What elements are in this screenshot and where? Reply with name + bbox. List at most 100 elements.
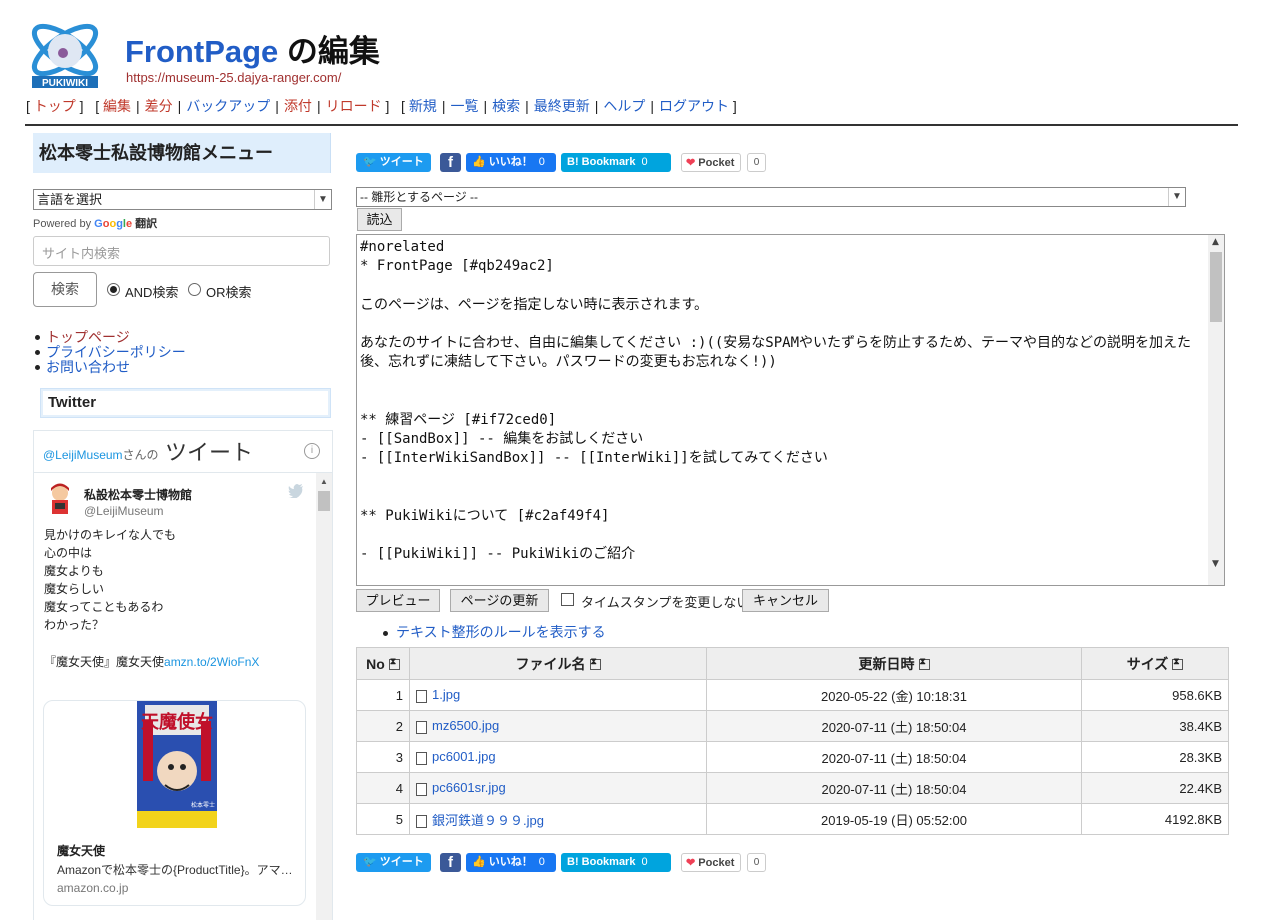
- file-link[interactable]: pc6601sr.jpg: [432, 780, 506, 795]
- nav-help[interactable]: ヘルプ: [603, 98, 645, 114]
- tweet-link-card[interactable]: 天魔使女 松本零士 魔女天使 Amazonで松本零士の{ProductTitle…: [43, 700, 306, 906]
- sidebar-link-top[interactable]: トップページ: [46, 329, 130, 345]
- facebook-share-button[interactable]: f: [440, 853, 461, 872]
- chevron-down-icon: ▼: [314, 190, 331, 209]
- card-description: Amazonで松本零士の{ProductTitle}。アマ…: [57, 863, 293, 877]
- tweet-share-button[interactable]: 🐦 ツイート: [356, 853, 431, 872]
- file-link[interactable]: 銀河鉄道９９９.jpg: [432, 813, 544, 828]
- tweet-text: 見かけのキレイな人でも 心の中は 魔女よりも 魔女らしい 魔女ってこともあるわ …: [44, 528, 177, 632]
- nav-recent[interactable]: 最終更新: [534, 98, 590, 114]
- row-date: 2020-07-11 (土) 18:50:04: [706, 741, 1082, 773]
- avatar[interactable]: [46, 483, 74, 515]
- twitter-handle-link[interactable]: @LeijiMuseum: [43, 448, 123, 462]
- or-search-radio[interactable]: [188, 283, 201, 296]
- load-template-button[interactable]: 読込: [357, 208, 402, 231]
- language-select[interactable]: 言語を選択 ▼: [33, 189, 332, 210]
- sort-icon[interactable]: [589, 656, 601, 671]
- sidebar-links: トップページ プライバシーポリシー お問い合わせ: [33, 330, 186, 375]
- search-button[interactable]: 検索: [33, 272, 97, 307]
- nav-backup[interactable]: バックアップ: [186, 98, 270, 114]
- file-link[interactable]: pc6001.jpg: [432, 749, 496, 764]
- row-no: 2: [356, 710, 410, 742]
- column-header-label: ファイル名: [515, 655, 586, 672]
- like-count: 0: [538, 156, 545, 168]
- column-header-size[interactable]: サイズ: [1081, 647, 1229, 680]
- nav-edit[interactable]: 編集: [103, 98, 131, 114]
- preview-button[interactable]: プレビュー: [356, 589, 440, 612]
- nav-bar: [ トップ ] [ 編集 | 差分 | バックアップ | 添付 | リロード ] [ 新規 | 一覧…: [26, 98, 737, 114]
- no-timestamp-checkbox[interactable]: [561, 593, 574, 606]
- google-letter: e: [125, 218, 133, 230]
- sidebar-link-contact[interactable]: お問い合わせ: [46, 359, 130, 375]
- file-link[interactable]: mz6500.jpg: [432, 718, 499, 733]
- hatena-count: 0: [641, 156, 648, 168]
- column-header-no[interactable]: No: [356, 647, 410, 680]
- language-select-value: 言語を選択: [37, 192, 103, 207]
- nav-logout[interactable]: ログアウト: [659, 98, 729, 114]
- wiki-source-textarea[interactable]: #norelated * FrontPage [#qb249ac2] このページ…: [356, 234, 1225, 586]
- page-title-link[interactable]: FrontPage: [125, 34, 278, 69]
- tweet-author-id[interactable]: @LeijiMuseum: [84, 504, 164, 518]
- file-icon: [416, 720, 427, 734]
- nav-diff[interactable]: 差分: [145, 98, 173, 114]
- and-search-radio[interactable]: [107, 283, 120, 296]
- tweet-author-name[interactable]: 私設松本零士博物館: [84, 486, 192, 503]
- update-page-button[interactable]: ページの更新: [450, 589, 549, 612]
- logo-text: PUKIWIKI: [42, 78, 88, 89]
- tweet-link[interactable]: amzn.to/2WioFnX: [164, 655, 259, 669]
- cancel-button[interactable]: キャンセル: [742, 589, 829, 612]
- nav-reload[interactable]: リロード: [326, 98, 382, 114]
- pocket-button[interactable]: ❤ Pocket: [681, 153, 741, 172]
- sort-icon[interactable]: [1172, 656, 1184, 671]
- like-button[interactable]: 👍 いいね！ 0: [466, 153, 556, 172]
- twitter-scrollbar[interactable]: ▲: [316, 473, 332, 920]
- sort-icon[interactable]: [918, 656, 930, 671]
- pocket-icon: ❤: [686, 157, 696, 169]
- nav-attach[interactable]: 添付: [284, 98, 312, 114]
- or-search-label: OR検索: [206, 285, 252, 300]
- tweet-share-label: ツイート: [379, 156, 424, 168]
- page-title: FrontPage の編集: [125, 26, 380, 71]
- twitter-bird-icon[interactable]: [288, 484, 304, 499]
- hatena-bookmark-button[interactable]: B! Bookmark 0: [561, 853, 671, 872]
- pocket-label: Pocket: [698, 157, 735, 169]
- twitter-timeline-header: @LeijiMuseumさんの ツイート i: [34, 431, 332, 473]
- pocket-icon: ❤: [686, 857, 696, 869]
- like-button[interactable]: 👍 いいね！ 0: [466, 853, 556, 872]
- twitter-bird-icon: 🐦: [363, 856, 377, 868]
- menu-title: 松本零士私設博物館メニュー: [33, 133, 331, 173]
- info-icon[interactable]: i: [304, 443, 320, 459]
- tweet-share-button[interactable]: 🐦 ツイート: [356, 153, 431, 172]
- column-header-label: No: [366, 655, 385, 672]
- column-header-label: 更新日時: [858, 655, 915, 672]
- row-size: 38.4KB: [1081, 710, 1229, 742]
- like-label: いいね！: [488, 856, 533, 868]
- like-label: いいね！: [488, 156, 533, 168]
- nav-new[interactable]: 新規: [409, 98, 437, 114]
- nav-search[interactable]: 検索: [492, 98, 520, 114]
- translate-link[interactable]: 翻訳: [135, 218, 157, 230]
- editor-scrollbar[interactable]: ▲ ▼: [1208, 235, 1224, 585]
- hatena-label: B! Bookmark: [567, 156, 636, 168]
- twitter-handle-suffix: さんの: [122, 448, 159, 462]
- hatena-bookmark-button[interactable]: B! Bookmark 0: [561, 153, 671, 172]
- column-header-filename[interactable]: ファイル名: [409, 647, 707, 680]
- facebook-share-button[interactable]: f: [440, 153, 461, 172]
- file-link[interactable]: 1.jpg: [432, 687, 460, 702]
- column-header-date[interactable]: 更新日時: [706, 647, 1082, 680]
- sidebar-link-privacy[interactable]: プライバシーポリシー: [46, 344, 186, 360]
- row-no: 3: [356, 741, 410, 773]
- and-search-label: AND検索: [125, 285, 179, 300]
- sort-icon[interactable]: [388, 656, 400, 671]
- table-row: 4 pc6601sr.jpg 2020-07-11 (土) 18:50:04 2…: [356, 772, 1229, 804]
- nav-list[interactable]: 一覧: [450, 98, 478, 114]
- pocket-button[interactable]: ❤ Pocket: [681, 853, 741, 872]
- template-page-select[interactable]: -- 雛形とするページ -- ▼: [356, 187, 1186, 207]
- table-row: 5 銀河鉄道９９９.jpg 2019-05-19 (日) 05:52:00 41…: [356, 803, 1229, 835]
- site-search-input[interactable]: サイト内検索: [33, 236, 330, 266]
- pukiwiki-logo[interactable]: PUKIWIKI: [26, 12, 104, 90]
- google-translate-credit: Powered by Google 翻訳: [33, 215, 157, 231]
- formatting-rules-link[interactable]: テキスト整形のルールを表示する: [396, 624, 606, 640]
- table-row: 3 pc6001.jpg 2020-07-11 (土) 18:50:04 28.…: [356, 741, 1229, 773]
- nav-top[interactable]: トップ: [34, 98, 76, 114]
